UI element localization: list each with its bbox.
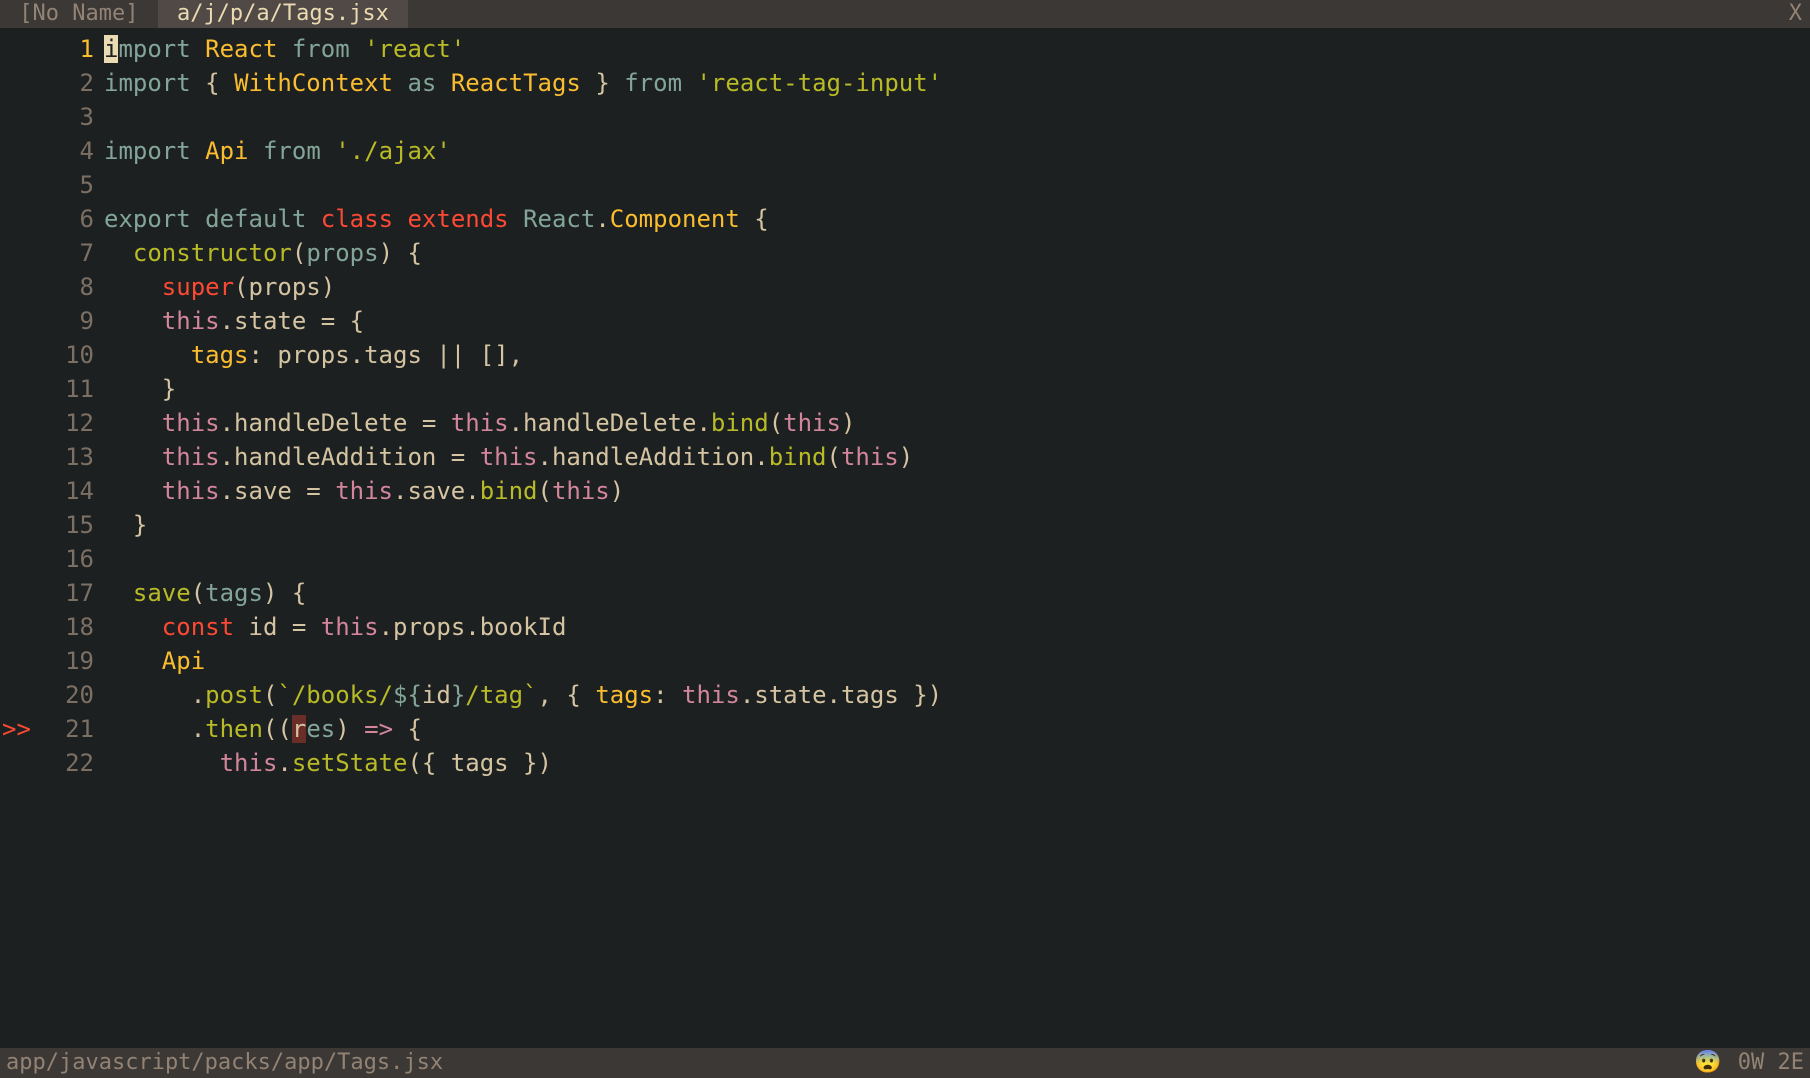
code-line[interactable]: 9 this.state = {	[0, 304, 1810, 338]
tabline: [No Name] a/j/p/a/Tags.jsx X	[0, 0, 1810, 28]
sign-column	[0, 678, 34, 712]
sign-column	[0, 508, 34, 542]
code-text[interactable]: .post(`/books/${id}/tag`, { tags: this.s…	[104, 678, 1810, 712]
line-number: 18	[34, 610, 104, 644]
code-text[interactable]: save(tags) {	[104, 576, 1810, 610]
code-buffer[interactable]: 1import React from 'react'2import { With…	[0, 28, 1810, 1048]
line-number: 19	[34, 644, 104, 678]
sign-column	[0, 542, 34, 576]
status-right: 😨 0W 2E	[1694, 1048, 1804, 1078]
code-line[interactable]: 8 super(props)	[0, 270, 1810, 304]
code-line[interactable]: 4import Api from './ajax'	[0, 134, 1810, 168]
line-number: 6	[34, 202, 104, 236]
line-number: 20	[34, 678, 104, 712]
line-number: 15	[34, 508, 104, 542]
code-text[interactable]: }	[104, 508, 1810, 542]
sign-column	[0, 270, 34, 304]
sign-column: >>	[0, 712, 34, 746]
status-lint-counts: 0W 2E	[1738, 1048, 1804, 1078]
code-line[interactable]: 19 Api	[0, 644, 1810, 678]
code-text[interactable]: const id = this.props.bookId	[104, 610, 1810, 644]
tab-inactive[interactable]: [No Name]	[0, 0, 158, 28]
code-line[interactable]: 13 this.handleAddition = this.handleAddi…	[0, 440, 1810, 474]
sign-column	[0, 576, 34, 610]
code-text[interactable]: export default class extends React.Compo…	[104, 202, 1810, 236]
line-number: 1	[34, 32, 104, 66]
line-number: 22	[34, 746, 104, 780]
code-line[interactable]: 17 save(tags) {	[0, 576, 1810, 610]
line-number: 13	[34, 440, 104, 474]
line-number: 4	[34, 134, 104, 168]
code-line[interactable]: 14 this.save = this.save.bind(this)	[0, 474, 1810, 508]
sign-column	[0, 474, 34, 508]
line-number: 16	[34, 542, 104, 576]
line-number: 8	[34, 270, 104, 304]
code-line[interactable]: 5	[0, 168, 1810, 202]
sign-column	[0, 644, 34, 678]
code-text[interactable]: import Api from './ajax'	[104, 134, 1810, 168]
code-line[interactable]: 18 const id = this.props.bookId	[0, 610, 1810, 644]
line-number: 17	[34, 576, 104, 610]
code-line[interactable]: 22 this.setState({ tags })	[0, 746, 1810, 780]
sign-column	[0, 66, 34, 100]
sign-column	[0, 372, 34, 406]
code-text[interactable]: this.save = this.save.bind(this)	[104, 474, 1810, 508]
code-text[interactable]: .then((res) => {	[104, 712, 1810, 746]
code-line[interactable]: 20 .post(`/books/${id}/tag`, { tags: thi…	[0, 678, 1810, 712]
code-text[interactable]: this.state = {	[104, 304, 1810, 338]
code-text[interactable]: this.handleDelete = this.handleDelete.bi…	[104, 406, 1810, 440]
code-line[interactable]: 3	[0, 100, 1810, 134]
code-line[interactable]: >>21 .then((res) => {	[0, 712, 1810, 746]
code-text[interactable]: constructor(props) {	[104, 236, 1810, 270]
line-number: 5	[34, 168, 104, 202]
status-emoji-icon: 😨	[1694, 1048, 1721, 1078]
code-text[interactable]	[104, 100, 1810, 134]
editor-root: [No Name] a/j/p/a/Tags.jsx X 1import Rea…	[0, 0, 1810, 1078]
code-text[interactable]: import { WithContext as ReactTags } from…	[104, 66, 1810, 100]
code-line[interactable]: 10 tags: props.tags || [],	[0, 338, 1810, 372]
sign-column	[0, 236, 34, 270]
code-line[interactable]: 16	[0, 542, 1810, 576]
sign-column	[0, 100, 34, 134]
sign-column	[0, 610, 34, 644]
tab-active[interactable]: a/j/p/a/Tags.jsx	[158, 0, 408, 28]
sign-column	[0, 746, 34, 780]
code-text[interactable]: this.setState({ tags })	[104, 746, 1810, 780]
line-number: 7	[34, 236, 104, 270]
line-number: 10	[34, 338, 104, 372]
code-line[interactable]: 6export default class extends React.Comp…	[0, 202, 1810, 236]
line-number: 2	[34, 66, 104, 100]
code-line[interactable]: 2import { WithContext as ReactTags } fro…	[0, 66, 1810, 100]
code-line[interactable]: 1import React from 'react'	[0, 32, 1810, 66]
code-text[interactable]: Api	[104, 644, 1810, 678]
sign-column	[0, 406, 34, 440]
sign-column	[0, 202, 34, 236]
sign-column	[0, 168, 34, 202]
sign-column	[0, 134, 34, 168]
code-text[interactable]: tags: props.tags || [],	[104, 338, 1810, 372]
line-number: 11	[34, 372, 104, 406]
sign-column	[0, 338, 34, 372]
statusline: app/javascript/packs/app/Tags.jsx 😨 0W 2…	[0, 1048, 1810, 1078]
line-number: 14	[34, 474, 104, 508]
code-line[interactable]: 11 }	[0, 372, 1810, 406]
line-number: 3	[34, 100, 104, 134]
code-text[interactable]	[104, 168, 1810, 202]
code-text[interactable]: }	[104, 372, 1810, 406]
line-number: 9	[34, 304, 104, 338]
code-line[interactable]: 12 this.handleDelete = this.handleDelete…	[0, 406, 1810, 440]
tab-close-button[interactable]: X	[1781, 0, 1810, 28]
line-number: 21	[34, 712, 104, 746]
line-number: 12	[34, 406, 104, 440]
code-text[interactable]: this.handleAddition = this.handleAdditio…	[104, 440, 1810, 474]
code-line[interactable]: 7 constructor(props) {	[0, 236, 1810, 270]
sign-column	[0, 32, 34, 66]
code-text[interactable]: super(props)	[104, 270, 1810, 304]
sign-column	[0, 304, 34, 338]
code-text[interactable]	[104, 542, 1810, 576]
status-filepath: app/javascript/packs/app/Tags.jsx	[6, 1048, 443, 1078]
sign-column	[0, 440, 34, 474]
code-line[interactable]: 15 }	[0, 508, 1810, 542]
code-text[interactable]: import React from 'react'	[104, 32, 1810, 66]
